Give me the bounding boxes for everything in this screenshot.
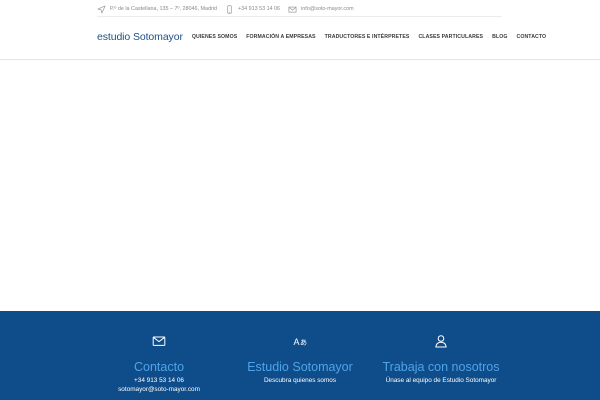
nav-item-formacion-empresas[interactable]: FORMACIÓN A EMPRESAS (246, 34, 315, 40)
main-nav: QUIENES SOMOS FORMACIÓN A EMPRESAS TRADU… (183, 34, 546, 40)
email-item[interactable]: info@soto-mayor.com (288, 5, 354, 14)
mobile-phone-icon (227, 4, 232, 14)
address-item: P.º de la Castellana, 135 – 7º, 28046, M… (97, 5, 217, 14)
page: P.º de la Castellana, 135 – 7º, 28046, M… (0, 0, 600, 400)
phone-item[interactable]: +34 913 53 14 06 (225, 4, 281, 14)
email-text: info@soto-mayor.com (301, 6, 354, 12)
nav-item-contacto[interactable]: CONTACTO (516, 34, 546, 40)
address-text: P.º de la Castellana, 135 – 7º, 28046, M… (110, 6, 217, 12)
site-logo[interactable]: estudio Sotomayor (97, 31, 183, 43)
site-header: estudio Sotomayor QUIENES SOMOS FORMACIÓ… (97, 28, 546, 46)
nav-item-traductores[interactable]: TRADUCTORES E INTÉRPRETES (325, 34, 410, 40)
topbar-divider (97, 16, 502, 17)
footer-contact-phone: +34 913 53 14 06 (134, 377, 184, 384)
user-icon (435, 335, 447, 348)
envelope-icon (152, 336, 166, 346)
footer: Contacto +34 913 53 14 06 sotomayor@soto… (0, 311, 600, 400)
location-arrow-icon (97, 5, 106, 13)
footer-about-title[interactable]: Estudio Sotomayor (220, 360, 380, 374)
footer-about-text: Descubra quienes somos (263, 377, 337, 384)
footer-jobs-text: Únase al equipo de Estudio Sotomayor (385, 377, 497, 384)
nav-item-clases-particulares[interactable]: CLASES PARTICULARES (418, 34, 483, 40)
svg-text:A: A (294, 337, 300, 347)
nav-item-blog[interactable]: BLOG (492, 34, 507, 40)
phone-text: +34 913 53 14 06 (237, 6, 281, 12)
envelope-icon (288, 6, 297, 12)
footer-jobs-title[interactable]: Trabaja con nosotros (361, 360, 521, 374)
footer-contact-email[interactable]: sotomayor@soto-mayor.com (79, 386, 239, 393)
translate-icon: A あ (294, 337, 308, 347)
top-info-bar: P.º de la Castellana, 135 – 7º, 28046, M… (97, 2, 502, 16)
svg-text:あ: あ (300, 339, 307, 347)
footer-contact-title[interactable]: Contacto (79, 360, 239, 374)
header-divider (0, 59, 600, 60)
nav-item-quienes-somos[interactable]: QUIENES SOMOS (192, 34, 237, 40)
